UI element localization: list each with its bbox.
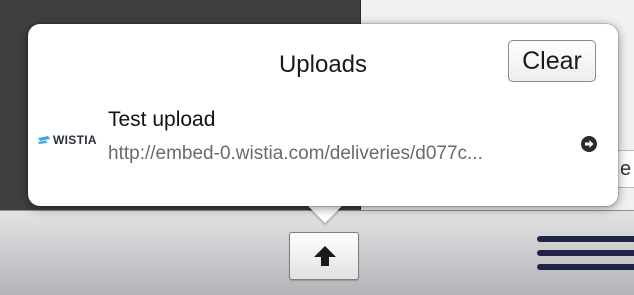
upload-url: http://embed-0.wistia.com/deliveries/d07… [108, 143, 483, 164]
circle-arrow-right-icon[interactable] [581, 136, 597, 152]
wistia-logo-text: WISTIA [53, 133, 97, 147]
uploads-toggle-button[interactable] [289, 232, 359, 280]
background-field-text: e [620, 158, 632, 180]
wistia-logo: WISTIA [38, 133, 97, 147]
hamburger-lines-icon[interactable] [537, 236, 634, 278]
popover-arrow [307, 205, 343, 223]
uploads-popover: Uploads Clear WISTIA Test upload http://… [28, 24, 618, 206]
upload-name: Test upload [108, 108, 216, 131]
wistia-mark-icon [38, 136, 50, 144]
up-arrow-icon [314, 246, 336, 266]
clear-button[interactable]: Clear [508, 40, 596, 82]
